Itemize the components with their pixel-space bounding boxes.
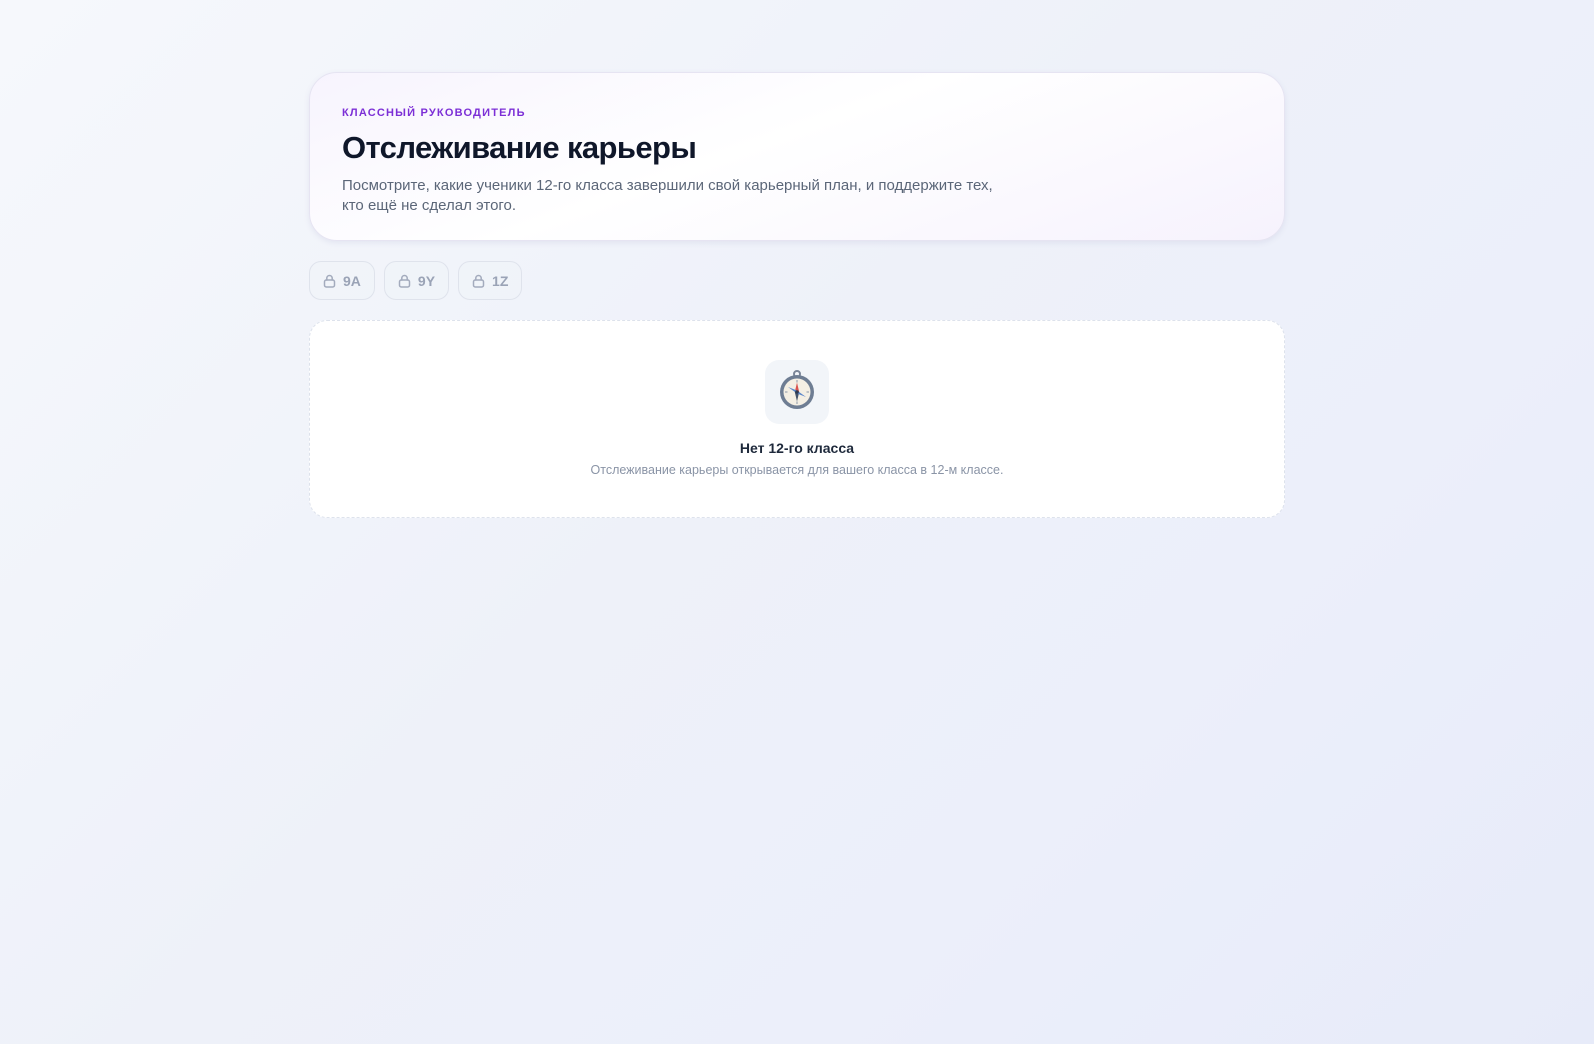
page-title: Отслеживание карьеры bbox=[342, 130, 697, 165]
lock-icon bbox=[398, 274, 411, 288]
class-tab-label: 9Y bbox=[417, 272, 436, 289]
empty-state-icon-container bbox=[765, 360, 829, 424]
lock-icon bbox=[323, 274, 336, 288]
class-tab-label: 1Z bbox=[492, 272, 509, 289]
class-tab-9y[interactable]: 9Y bbox=[383, 261, 450, 300]
lock-icon bbox=[472, 274, 485, 288]
class-tab-9a[interactable]: 9A bbox=[309, 261, 375, 300]
class-tab-1z[interactable]: 1Z bbox=[458, 261, 523, 300]
career-tracking-page: КЛАССНЫЙ РУКОВОДИТЕЛЬ Отслеживание карье… bbox=[309, 72, 1285, 518]
header-card: КЛАССНЫЙ РУКОВОДИТЕЛЬ Отслеживание карье… bbox=[309, 72, 1285, 241]
empty-state-description: Отслеживание карьеры открывается для ваш… bbox=[590, 463, 1004, 477]
class-tab-label: 9A bbox=[343, 272, 361, 289]
compass-icon bbox=[777, 369, 817, 416]
empty-state-card: Нет 12-го класса Отслеживание карьеры от… bbox=[309, 320, 1285, 518]
role-eyebrow: КЛАССНЫЙ РУКОВОДИТЕЛЬ bbox=[342, 107, 526, 119]
page-description: Посмотрите, какие ученики 12-го класса з… bbox=[342, 177, 993, 214]
class-tabs: 9A 9Y 1Z bbox=[309, 261, 1285, 300]
empty-state-title: Нет 12-го класса bbox=[739, 440, 855, 456]
